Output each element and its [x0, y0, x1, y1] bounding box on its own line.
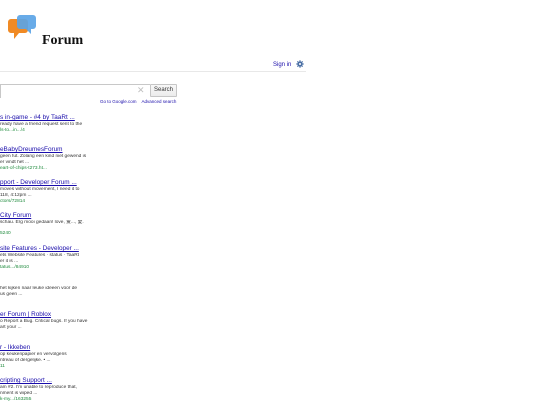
search-result: pport - Developer Forum ... moves withou…	[0, 179, 120, 204]
search-result: cripting Support ... am #2. I'm unable t…	[0, 377, 120, 402]
result-url: ctors/72814	[0, 198, 26, 204]
search-result: er Forum | Roblox o Report a Bug. Critic…	[0, 311, 120, 331]
search-sublinks: Go to Google.com Advanced search	[100, 99, 180, 104]
result-url: ls-to...in.../4	[0, 127, 25, 133]
result-url: tatus.../84910	[0, 264, 30, 270]
result-snippet: art your ...	[0, 324, 22, 330]
result-title[interactable]: s in-game - #4 by TaaRt ...	[0, 114, 120, 122]
result-title[interactable]: pport - Developer Forum ...	[0, 179, 120, 187]
search-result: s in-game - #4 by TaaRt ... ready have a…	[0, 114, 120, 134]
search-result: site Features - Developer ... ets Websit…	[0, 245, 120, 270]
result-title[interactable]: City Forum	[0, 212, 120, 220]
result-url: 11	[0, 363, 5, 369]
result-title[interactable]: er Forum | Roblox	[0, 311, 120, 319]
google-link[interactable]: Go to Google.com	[100, 99, 137, 104]
site-brand: Forum	[42, 33, 84, 48]
result-snippet: schau. Erg mooi gedaan! love, 爱..., 愛.	[0, 220, 84, 225]
search-result: City Forum schau. Erg mooi gedaan! love,…	[0, 212, 120, 237]
search-field[interactable]	[0, 84, 150, 103]
top-bar	[0, 58, 306, 72]
gear-icon[interactable]	[296, 60, 304, 68]
sign-in-link[interactable]: Sign in	[273, 62, 291, 68]
close-icon[interactable]: ✕	[137, 84, 145, 96]
result-url: eart-of-chips-t273.ht...	[0, 165, 47, 171]
result-url: k-my.../163255	[0, 396, 32, 402]
result-title[interactable]: site Features - Developer ...	[0, 245, 120, 253]
search-result: r - Ikkeben op keukenpapier en vervolgen…	[0, 344, 120, 369]
result-title[interactable]: eBabyDreumesForum	[0, 146, 120, 154]
search-result: het kijken naar leuke ideeen voor de us …	[0, 286, 120, 298]
result-snippet: us geen ...	[0, 291, 23, 297]
advanced-search-link[interactable]: Advanced search	[142, 99, 177, 104]
result-title[interactable]: cripting Support ...	[0, 377, 120, 385]
result-title[interactable]: r - Ikkeben	[0, 344, 120, 352]
search-result: eBabyDreumesForum geen fut. Zolang een k…	[0, 146, 120, 171]
search-button[interactable]: Search	[150, 84, 177, 97]
result-url: 5240	[0, 230, 11, 236]
speech-bubbles-icon	[8, 15, 36, 39]
